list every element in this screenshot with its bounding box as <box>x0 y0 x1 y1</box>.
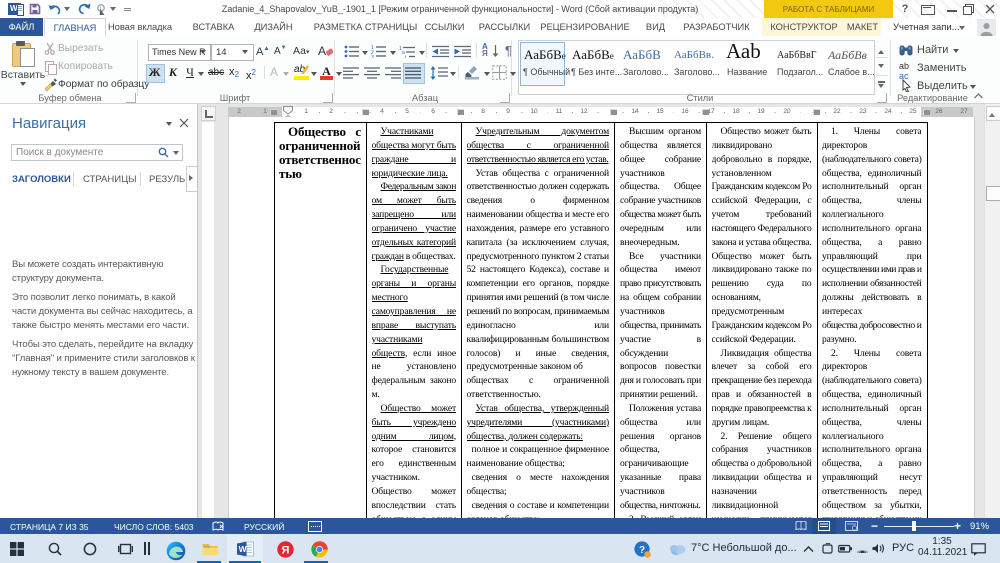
svg-text:W: W <box>239 544 248 554</box>
svg-text:i: i <box>405 55 406 58</box>
svg-text:А: А <box>318 44 326 58</box>
svg-text:?: ? <box>639 545 645 556</box>
svg-text:Я: Я <box>282 545 290 557</box>
svg-text:3: 3 <box>371 55 374 58</box>
